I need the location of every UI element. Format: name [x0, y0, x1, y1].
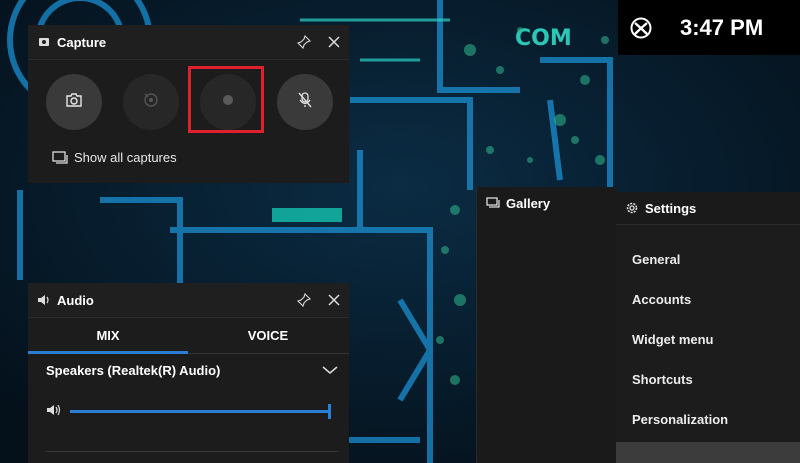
capture-widget: Capture Show all captures — [28, 25, 349, 183]
gallery-icon — [486, 196, 500, 210]
close-icon[interactable] — [319, 285, 349, 315]
camera-icon — [65, 92, 83, 113]
mic-off-icon — [297, 91, 313, 114]
record-highlight-box — [188, 66, 264, 133]
settings-item-general[interactable]: General — [616, 239, 800, 279]
volume-slider[interactable] — [46, 403, 336, 419]
screenshot-button[interactable] — [46, 74, 102, 130]
gear-icon — [625, 201, 639, 215]
gallery-small-icon — [52, 150, 68, 165]
audio-tabs: MIX VOICE — [28, 317, 349, 354]
divider — [46, 451, 338, 452]
record-last-icon — [142, 91, 160, 114]
gallery-widget: Gallery — [476, 187, 617, 463]
capture-icon — [37, 35, 51, 49]
audio-header[interactable]: Audio — [28, 283, 349, 318]
gallery-header[interactable]: Gallery — [477, 187, 617, 219]
settings-item-personalization[interactable]: Personalization — [616, 399, 800, 439]
tab-mix[interactable]: MIX — [28, 317, 188, 354]
gallery-title: Gallery — [506, 195, 551, 211]
audio-widget: Audio MIX VOICE Speakers (Realtek(R) Aud… — [28, 283, 349, 463]
volume-thumb[interactable] — [328, 404, 331, 419]
settings-item-widget-menu[interactable]: Widget menu — [616, 319, 800, 359]
capture-title: Capture — [57, 34, 107, 50]
clock-bar: 3:47 PM — [618, 0, 800, 55]
capture-header[interactable]: Capture — [28, 25, 349, 60]
audio-device-select[interactable]: Speakers (Realtek(R) Audio) — [46, 363, 338, 378]
volume-icon[interactable] — [46, 403, 62, 422]
settings-title: Settings — [645, 200, 697, 216]
show-all-captures-link[interactable]: Show all captures — [52, 150, 177, 165]
mic-toggle-button[interactable] — [277, 74, 333, 130]
volume-track[interactable] — [70, 410, 330, 413]
clock-time: 3:47 PM — [680, 14, 764, 40]
settings-header[interactable]: Settings — [616, 192, 800, 225]
chevron-down-icon — [322, 363, 338, 378]
tab-voice[interactable]: VOICE — [188, 317, 348, 353]
close-icon[interactable] — [319, 27, 349, 57]
pin-icon[interactable] — [289, 27, 319, 57]
settings-item-hovered[interactable] — [616, 442, 800, 463]
settings-widget: Settings General Accounts Widget menu Sh… — [616, 192, 800, 463]
speaker-icon — [37, 293, 51, 307]
audio-title: Audio — [57, 292, 94, 308]
settings-menu: General Accounts Widget menu Shortcuts P… — [616, 239, 800, 439]
settings-item-accounts[interactable]: Accounts — [616, 279, 800, 319]
xbox-icon[interactable] — [630, 17, 652, 39]
show-all-captures-label: Show all captures — [74, 150, 177, 165]
record-last-button[interactable] — [123, 74, 179, 130]
background-text: COM — [515, 26, 572, 51]
pin-icon[interactable] — [289, 285, 319, 315]
settings-item-shortcuts[interactable]: Shortcuts — [616, 359, 800, 399]
audio-device-label: Speakers (Realtek(R) Audio) — [46, 363, 221, 378]
